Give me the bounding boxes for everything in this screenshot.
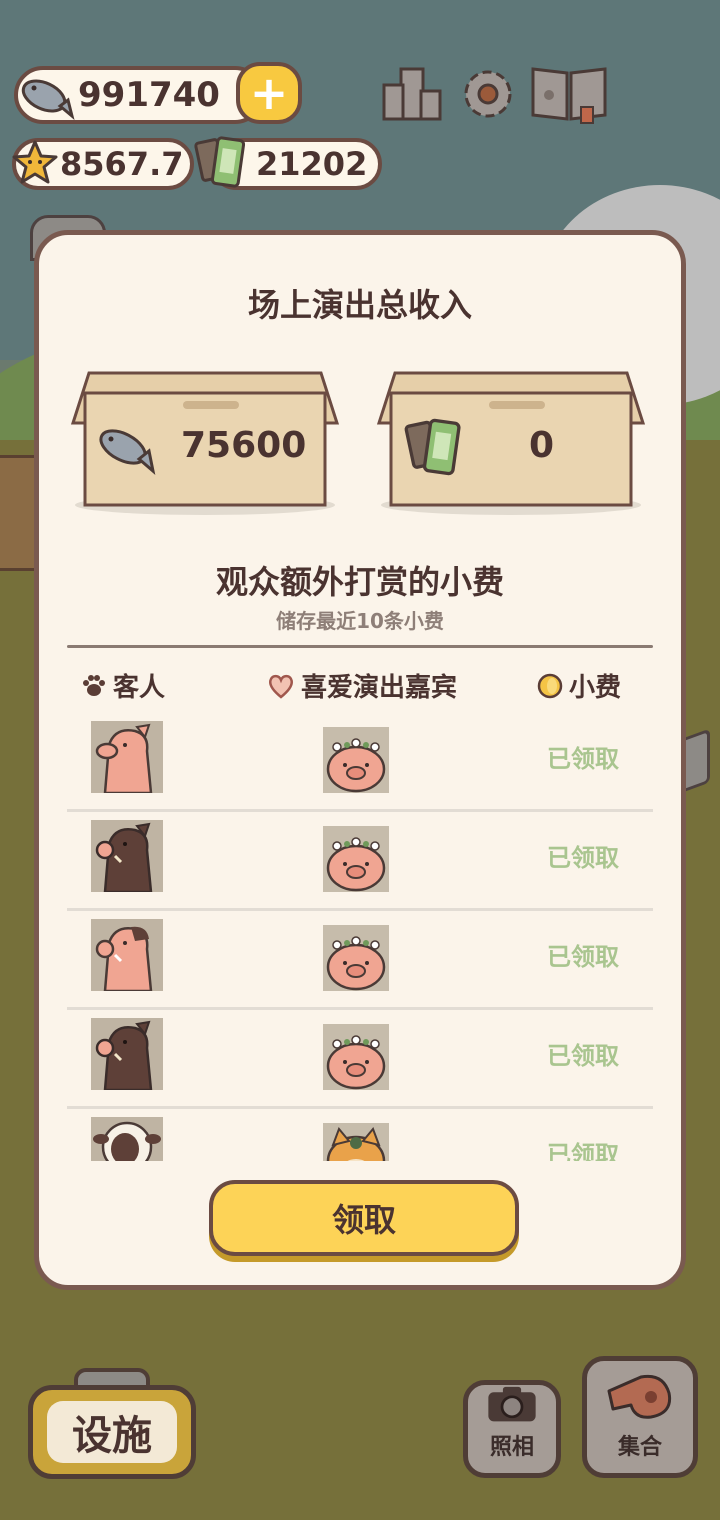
shiba-dog-avatar xyxy=(323,1123,389,1161)
tip-status: 已领取 xyxy=(547,1141,619,1161)
flower-pig-avatar xyxy=(323,727,389,793)
tips-title: 观众额外打赏的小费 xyxy=(215,563,504,601)
facility-label: 设施 xyxy=(47,1401,177,1463)
tip-status: 已领取 xyxy=(547,844,619,872)
ticket-income-value: 0 xyxy=(529,425,555,466)
sheep-avatar xyxy=(91,1117,163,1161)
tip-status: 已领取 xyxy=(547,943,619,971)
star-icon xyxy=(10,136,60,190)
photo-button[interactable]: 照相 xyxy=(463,1380,561,1478)
coin-icon xyxy=(537,673,563,698)
pink-pig-avatar xyxy=(91,721,163,793)
column-tip-label: 小费 xyxy=(569,673,622,703)
dialog-title: 场上演出总收入 xyxy=(247,286,472,324)
paw-icon xyxy=(83,674,105,696)
fish-icon xyxy=(93,421,157,481)
facility-button[interactable]: 设施 xyxy=(28,1385,196,1479)
tip-status: 已领取 xyxy=(547,1042,619,1070)
paw-book-icon xyxy=(531,67,607,124)
list-item: 已领取 xyxy=(67,812,653,911)
gather-button[interactable]: 集合 xyxy=(582,1356,698,1478)
column-favorite-header: 喜爱演出嘉宾 xyxy=(267,667,457,704)
ticket-icon xyxy=(192,132,250,192)
podium-icon xyxy=(382,67,442,121)
gear-icon xyxy=(464,70,512,118)
divider xyxy=(67,645,653,648)
fish-count: 991740 xyxy=(78,75,220,115)
photo-label: 照相 xyxy=(489,1435,534,1460)
claim-button[interactable]: 领取 xyxy=(209,1180,519,1256)
ticket-count: 21202 xyxy=(256,145,368,183)
gather-label: 集合 xyxy=(617,1435,662,1460)
pink-boar-avatar xyxy=(91,919,163,991)
plus-icon: + xyxy=(249,66,289,120)
flower-pig-avatar xyxy=(323,826,389,892)
column-guest-label: 客人 xyxy=(113,673,166,703)
ticket-income-box: 0 xyxy=(376,365,653,515)
list-item: 已领取 xyxy=(67,911,653,1010)
ticket-icon xyxy=(403,415,465,483)
flower-pig-avatar xyxy=(323,1024,389,1090)
list-item: 已领取 xyxy=(67,1109,653,1161)
column-tip-header: 小费 xyxy=(537,667,621,704)
settings-button[interactable] xyxy=(456,64,520,124)
add-fish-button[interactable]: + xyxy=(236,62,302,124)
dark-boar-avatar xyxy=(91,820,163,892)
fish-income-value: 75600 xyxy=(181,425,307,466)
whistle-icon xyxy=(607,1374,672,1419)
column-favorite-label: 喜爱演出嘉宾 xyxy=(301,673,458,703)
list-item: 已领取 xyxy=(67,1010,653,1109)
dark-boar-avatar xyxy=(91,1018,163,1090)
flower-pig-avatar xyxy=(323,925,389,991)
camera-icon xyxy=(488,1386,536,1422)
star-count: 8567.7 xyxy=(60,145,184,183)
list-item: 已领取 xyxy=(67,713,653,812)
ranking-button[interactable] xyxy=(380,64,444,124)
book-button[interactable] xyxy=(528,64,610,124)
tips-list[interactable]: 已领取 已领取 已领取 已领取 已领取 xyxy=(67,713,653,1161)
heart-icon xyxy=(269,674,293,699)
column-guest-header: 客人 xyxy=(81,667,165,704)
income-dialog: 场上演出总收入 75600 0 观众额外打赏的小费 储存最近10条小费 客人 喜… xyxy=(34,230,686,1290)
tips-caption: 储存最近10条小费 xyxy=(276,609,444,633)
fish-income-box: 75600 xyxy=(69,365,340,515)
fish-icon xyxy=(14,66,76,124)
tip-status: 已领取 xyxy=(547,745,619,773)
